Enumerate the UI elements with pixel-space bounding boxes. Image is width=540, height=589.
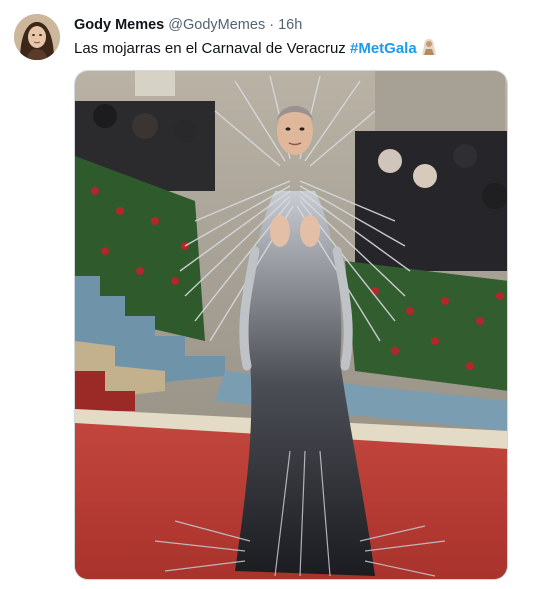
tweet-photo[interactable]: [74, 70, 508, 580]
user-handle[interactable]: @GodyMemes: [168, 17, 265, 33]
avatar[interactable]: [14, 14, 60, 60]
display-name[interactable]: Gody Memes: [74, 17, 164, 33]
person-with-veil-emoji-icon: [421, 38, 437, 62]
met-gala-photo: [75, 71, 507, 579]
separator: ·: [269, 17, 275, 33]
tweet-text: Las mojarras en el Carnaval de Veracruz …: [74, 38, 437, 62]
timestamp[interactable]: 16h: [278, 17, 302, 33]
hashtag-link[interactable]: #MetGala: [350, 40, 417, 57]
avatar-image: [14, 14, 60, 60]
tweet-body: Las mojarras en el Carnaval de Veracruz: [74, 40, 350, 57]
tweet[interactable]: Gody Memes @GodyMemes · 16h Las mojarras…: [0, 0, 540, 589]
tweet-header: Gody Memes @GodyMemes · 16h: [74, 16, 302, 34]
